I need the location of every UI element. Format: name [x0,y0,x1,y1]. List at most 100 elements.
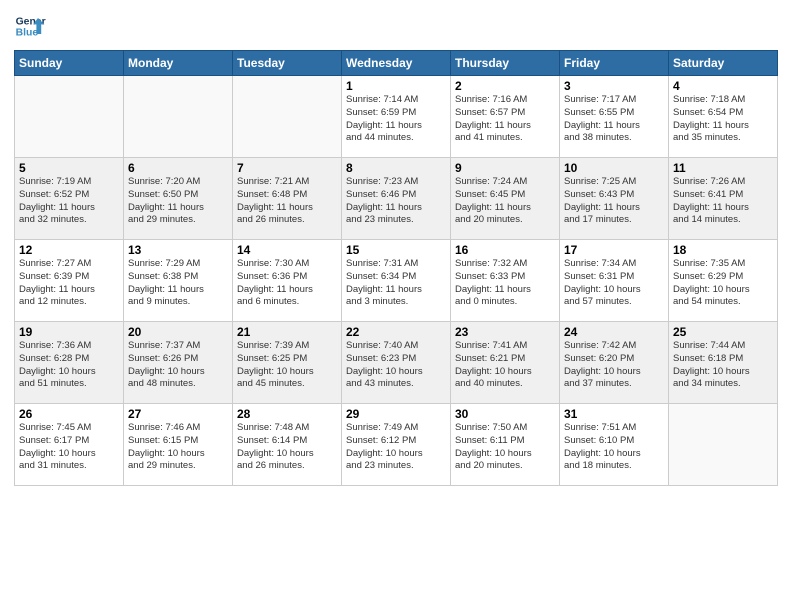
day-info: Sunrise: 7:34 AM Sunset: 6:31 PM Dayligh… [564,258,664,309]
day-number: 12 [19,243,119,257]
day-number: 5 [19,161,119,175]
calendar-cell: 10Sunrise: 7:25 AM Sunset: 6:43 PM Dayli… [560,158,669,240]
calendar-cell [124,76,233,158]
day-info: Sunrise: 7:46 AM Sunset: 6:15 PM Dayligh… [128,422,228,473]
day-info: Sunrise: 7:36 AM Sunset: 6:28 PM Dayligh… [19,340,119,391]
day-info: Sunrise: 7:17 AM Sunset: 6:55 PM Dayligh… [564,94,664,145]
day-number: 22 [346,325,446,339]
day-info: Sunrise: 7:24 AM Sunset: 6:45 PM Dayligh… [455,176,555,227]
day-number: 29 [346,407,446,421]
week-row-4: 19Sunrise: 7:36 AM Sunset: 6:28 PM Dayli… [15,322,778,404]
day-number: 25 [673,325,773,339]
day-info: Sunrise: 7:51 AM Sunset: 6:10 PM Dayligh… [564,422,664,473]
day-info: Sunrise: 7:23 AM Sunset: 6:46 PM Dayligh… [346,176,446,227]
day-info: Sunrise: 7:21 AM Sunset: 6:48 PM Dayligh… [237,176,337,227]
day-info: Sunrise: 7:18 AM Sunset: 6:54 PM Dayligh… [673,94,773,145]
weekday-header-saturday: Saturday [669,51,778,76]
day-info: Sunrise: 7:14 AM Sunset: 6:59 PM Dayligh… [346,94,446,145]
week-row-1: 1Sunrise: 7:14 AM Sunset: 6:59 PM Daylig… [15,76,778,158]
week-row-3: 12Sunrise: 7:27 AM Sunset: 6:39 PM Dayli… [15,240,778,322]
calendar-cell: 12Sunrise: 7:27 AM Sunset: 6:39 PM Dayli… [15,240,124,322]
day-info: Sunrise: 7:44 AM Sunset: 6:18 PM Dayligh… [673,340,773,391]
day-number: 15 [346,243,446,257]
day-number: 9 [455,161,555,175]
weekday-header-friday: Friday [560,51,669,76]
day-number: 30 [455,407,555,421]
day-number: 27 [128,407,228,421]
weekday-header-tuesday: Tuesday [233,51,342,76]
day-info: Sunrise: 7:35 AM Sunset: 6:29 PM Dayligh… [673,258,773,309]
day-info: Sunrise: 7:50 AM Sunset: 6:11 PM Dayligh… [455,422,555,473]
day-number: 7 [237,161,337,175]
day-info: Sunrise: 7:29 AM Sunset: 6:38 PM Dayligh… [128,258,228,309]
calendar-cell: 8Sunrise: 7:23 AM Sunset: 6:46 PM Daylig… [342,158,451,240]
calendar-cell: 5Sunrise: 7:19 AM Sunset: 6:52 PM Daylig… [15,158,124,240]
day-number: 6 [128,161,228,175]
calendar-cell: 19Sunrise: 7:36 AM Sunset: 6:28 PM Dayli… [15,322,124,404]
calendar-cell: 29Sunrise: 7:49 AM Sunset: 6:12 PM Dayli… [342,404,451,486]
day-info: Sunrise: 7:25 AM Sunset: 6:43 PM Dayligh… [564,176,664,227]
calendar-cell: 18Sunrise: 7:35 AM Sunset: 6:29 PM Dayli… [669,240,778,322]
calendar-cell: 23Sunrise: 7:41 AM Sunset: 6:21 PM Dayli… [451,322,560,404]
day-info: Sunrise: 7:48 AM Sunset: 6:14 PM Dayligh… [237,422,337,473]
calendar-cell: 14Sunrise: 7:30 AM Sunset: 6:36 PM Dayli… [233,240,342,322]
weekday-header-monday: Monday [124,51,233,76]
day-number: 26 [19,407,119,421]
calendar-cell: 4Sunrise: 7:18 AM Sunset: 6:54 PM Daylig… [669,76,778,158]
day-number: 13 [128,243,228,257]
day-number: 10 [564,161,664,175]
day-number: 1 [346,79,446,93]
calendar-cell: 16Sunrise: 7:32 AM Sunset: 6:33 PM Dayli… [451,240,560,322]
calendar-cell: 17Sunrise: 7:34 AM Sunset: 6:31 PM Dayli… [560,240,669,322]
calendar-cell: 7Sunrise: 7:21 AM Sunset: 6:48 PM Daylig… [233,158,342,240]
calendar-cell [669,404,778,486]
calendar-cell [15,76,124,158]
calendar-cell: 6Sunrise: 7:20 AM Sunset: 6:50 PM Daylig… [124,158,233,240]
day-info: Sunrise: 7:41 AM Sunset: 6:21 PM Dayligh… [455,340,555,391]
day-number: 16 [455,243,555,257]
day-number: 11 [673,161,773,175]
day-number: 4 [673,79,773,93]
calendar-cell: 24Sunrise: 7:42 AM Sunset: 6:20 PM Dayli… [560,322,669,404]
day-number: 31 [564,407,664,421]
day-info: Sunrise: 7:27 AM Sunset: 6:39 PM Dayligh… [19,258,119,309]
calendar-cell: 11Sunrise: 7:26 AM Sunset: 6:41 PM Dayli… [669,158,778,240]
day-number: 23 [455,325,555,339]
calendar-cell: 26Sunrise: 7:45 AM Sunset: 6:17 PM Dayli… [15,404,124,486]
weekday-header-wednesday: Wednesday [342,51,451,76]
day-info: Sunrise: 7:42 AM Sunset: 6:20 PM Dayligh… [564,340,664,391]
calendar-cell: 9Sunrise: 7:24 AM Sunset: 6:45 PM Daylig… [451,158,560,240]
day-info: Sunrise: 7:49 AM Sunset: 6:12 PM Dayligh… [346,422,446,473]
logo-icon: General Blue [14,10,46,42]
day-number: 20 [128,325,228,339]
calendar-cell: 13Sunrise: 7:29 AM Sunset: 6:38 PM Dayli… [124,240,233,322]
calendar-cell: 3Sunrise: 7:17 AM Sunset: 6:55 PM Daylig… [560,76,669,158]
day-number: 3 [564,79,664,93]
day-info: Sunrise: 7:45 AM Sunset: 6:17 PM Dayligh… [19,422,119,473]
week-row-5: 26Sunrise: 7:45 AM Sunset: 6:17 PM Dayli… [15,404,778,486]
week-row-2: 5Sunrise: 7:19 AM Sunset: 6:52 PM Daylig… [15,158,778,240]
calendar-cell: 27Sunrise: 7:46 AM Sunset: 6:15 PM Dayli… [124,404,233,486]
day-number: 24 [564,325,664,339]
calendar-cell: 2Sunrise: 7:16 AM Sunset: 6:57 PM Daylig… [451,76,560,158]
calendar-cell: 1Sunrise: 7:14 AM Sunset: 6:59 PM Daylig… [342,76,451,158]
svg-text:Blue: Blue [16,28,39,39]
day-info: Sunrise: 7:32 AM Sunset: 6:33 PM Dayligh… [455,258,555,309]
calendar-cell: 25Sunrise: 7:44 AM Sunset: 6:18 PM Dayli… [669,322,778,404]
day-number: 2 [455,79,555,93]
day-number: 14 [237,243,337,257]
weekday-header-sunday: Sunday [15,51,124,76]
day-info: Sunrise: 7:37 AM Sunset: 6:26 PM Dayligh… [128,340,228,391]
calendar-table: SundayMondayTuesdayWednesdayThursdayFrid… [14,50,778,486]
day-info: Sunrise: 7:20 AM Sunset: 6:50 PM Dayligh… [128,176,228,227]
day-info: Sunrise: 7:39 AM Sunset: 6:25 PM Dayligh… [237,340,337,391]
calendar-cell: 15Sunrise: 7:31 AM Sunset: 6:34 PM Dayli… [342,240,451,322]
logo: General Blue [14,10,46,42]
day-number: 19 [19,325,119,339]
weekday-header-row: SundayMondayTuesdayWednesdayThursdayFrid… [15,51,778,76]
day-info: Sunrise: 7:40 AM Sunset: 6:23 PM Dayligh… [346,340,446,391]
day-info: Sunrise: 7:16 AM Sunset: 6:57 PM Dayligh… [455,94,555,145]
day-number: 28 [237,407,337,421]
calendar-cell: 22Sunrise: 7:40 AM Sunset: 6:23 PM Dayli… [342,322,451,404]
day-info: Sunrise: 7:19 AM Sunset: 6:52 PM Dayligh… [19,176,119,227]
